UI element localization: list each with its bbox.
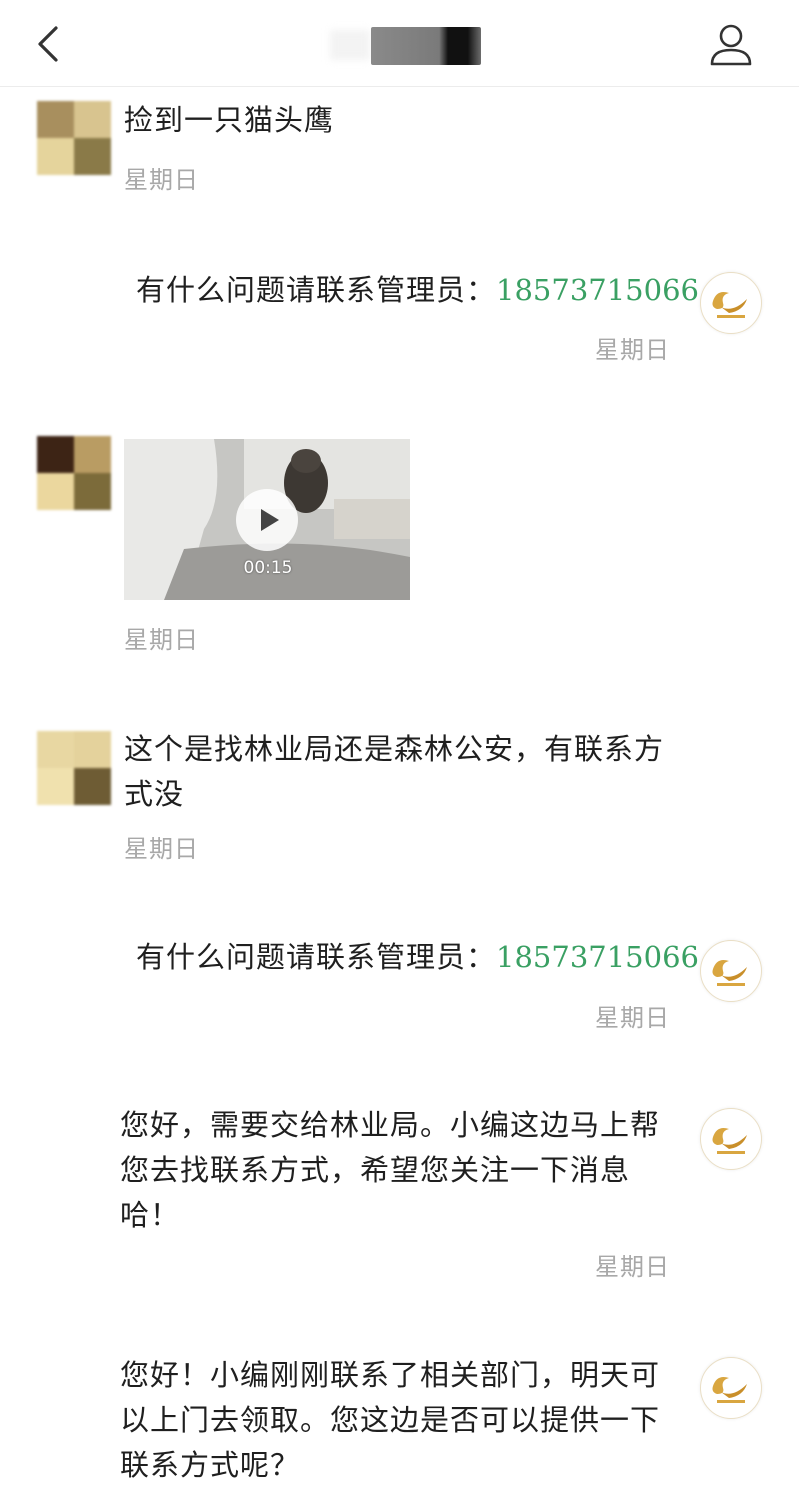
chat-title-redacted	[371, 27, 481, 65]
org-logo-icon	[712, 1128, 747, 1154]
message-time: 星期日	[124, 626, 199, 654]
message-time: 星期日	[595, 1004, 670, 1032]
phone-link[interactable]: 18573715066	[496, 940, 699, 974]
title-blur	[330, 30, 370, 60]
user-avatar[interactable]	[37, 101, 111, 175]
message-text[interactable]: 这个是找林业局还是森林公安，有联系方 式没	[124, 727, 664, 817]
org-logo-icon	[712, 960, 747, 986]
message-text[interactable]: 您好，需要交给林业局。小编这边马上帮 您去找联系方式，希望您关注一下消息 哈！	[120, 1103, 660, 1238]
message-line: 您好，需要交给林业局。小编这边马上帮	[120, 1108, 661, 1142]
message-time: 星期日	[124, 835, 199, 863]
person-icon	[710, 24, 752, 66]
message-line: 哈！	[120, 1198, 181, 1232]
message-time: 星期日	[595, 1253, 670, 1281]
message-body: 有什么问题请联系管理员：	[136, 273, 497, 307]
back-button[interactable]	[28, 22, 68, 66]
user-avatar[interactable]	[37, 731, 111, 805]
org-avatar[interactable]	[700, 1108, 762, 1170]
message-line: 以上门去领取。您这边是否可以提供一下	[120, 1403, 661, 1437]
message-line: 联系方式呢？	[120, 1448, 301, 1482]
message-line: 这个是找林业局还是森林公安，有联系方	[124, 732, 665, 766]
org-avatar[interactable]	[700, 272, 762, 334]
message-text[interactable]: 有什么问题请联系管理员：18573715066	[136, 935, 699, 980]
message-time: 星期日	[595, 336, 670, 364]
message-time: 星期日	[124, 166, 199, 194]
message-line: 式没	[124, 777, 185, 811]
org-logo-icon	[712, 1377, 747, 1403]
org-avatar[interactable]	[700, 940, 762, 1002]
message-line: 您去找联系方式，希望您关注一下消息	[120, 1153, 631, 1187]
message-body: 有什么问题请联系管理员：	[136, 940, 497, 974]
phone-link[interactable]: 18573715066	[496, 273, 699, 307]
video-duration: 00:15	[243, 558, 293, 578]
profile-button[interactable]	[706, 20, 756, 68]
org-avatar[interactable]	[700, 1357, 762, 1419]
chevron-left-icon	[38, 26, 58, 62]
play-icon	[261, 509, 279, 531]
message-text[interactable]: 捡到一只猫头鹰	[124, 98, 334, 143]
message-text[interactable]: 有什么问题请联系管理员：18573715066	[136, 268, 699, 313]
org-logo-icon	[712, 292, 747, 318]
user-avatar[interactable]	[37, 436, 111, 510]
play-button[interactable]	[236, 489, 298, 551]
top-bar	[0, 0, 799, 87]
message-text[interactable]: 您好！小编刚刚联系了相关部门，明天可 以上门去领取。您这边是否可以提供一下 联系…	[120, 1353, 660, 1488]
message-line: 您好！小编刚刚联系了相关部门，明天可	[120, 1358, 661, 1392]
